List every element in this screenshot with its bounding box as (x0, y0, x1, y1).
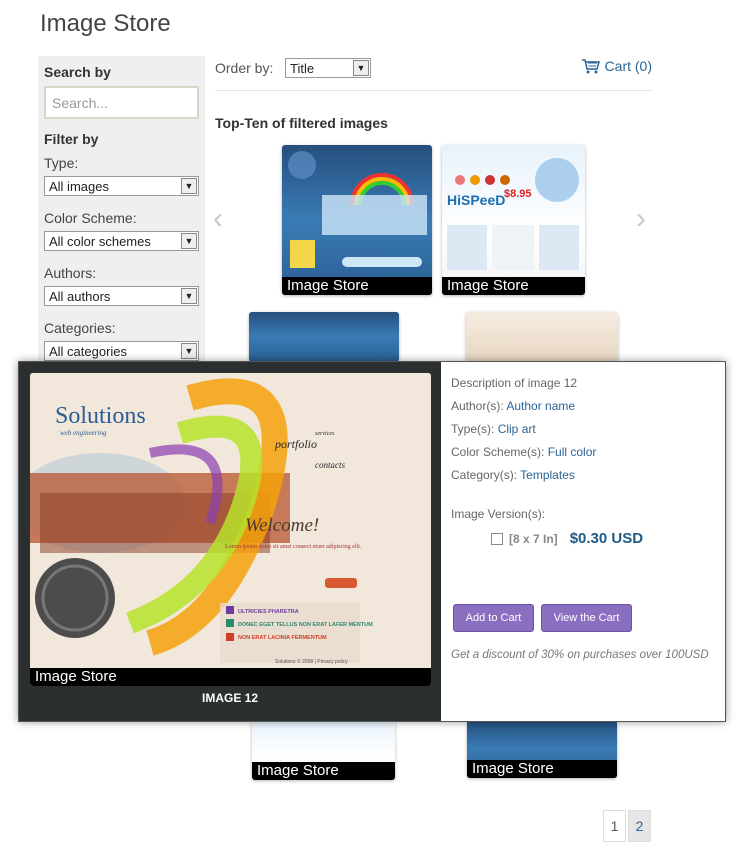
image-name: IMAGE 12 (201, 691, 258, 705)
dropdown-arrow-icon[interactable]: ▼ (181, 343, 197, 359)
image-detail-modal: Solutions web engineering Welcome! portf… (18, 361, 726, 722)
thumbnail-caption: Image Store (282, 277, 432, 295)
image-description: Description of image 12 (451, 376, 578, 390)
filter-heading: Filter by (44, 131, 99, 147)
thumbnail-art: HiSPeeD $8.95 (447, 158, 579, 270)
carousel-next-icon[interactable]: › (636, 202, 646, 236)
author-row: Author(s): Author name (451, 399, 721, 413)
dropdown-arrow-icon[interactable]: ▼ (181, 288, 197, 304)
category-row: Category(s): Templates (451, 468, 721, 482)
categories-filter-label: Categories: (44, 320, 116, 336)
dropdown-arrow-icon[interactable]: ▼ (353, 60, 369, 76)
thumbnail-2[interactable]: HiSPeeD $8.95 Image Store (442, 145, 585, 295)
carousel-prev-icon[interactable]: ‹ (213, 202, 223, 236)
thumbnail-caption: Image Store (467, 760, 617, 778)
type-link[interactable]: Clip art (498, 422, 536, 436)
color-select-value: All color schemes (49, 234, 151, 249)
color-scheme-select[interactable]: All color schemes ▼ (44, 231, 199, 251)
order-by-label: Order by: (215, 60, 274, 76)
large-image: Solutions web engineering Welcome! portf… (30, 373, 431, 686)
cart-icon (581, 59, 600, 74)
discount-note: Get a discount of 30% on purchases over … (451, 649, 709, 661)
color-filter-label: Color Scheme: (44, 210, 137, 226)
version-option: [8 x 7 In] $0.30 USD (491, 530, 721, 547)
author-link[interactable]: Author name (506, 399, 575, 413)
cart-label: Cart (0) (604, 58, 652, 74)
svg-text:HiSPeeD: HiSPeeD (447, 192, 505, 208)
order-by-select[interactable]: Title ▼ (285, 58, 371, 78)
thumbnail-art (288, 151, 427, 268)
image-details: Description of image 12 Author(s): Autho… (451, 376, 721, 661)
version-size: [8 x 7 In] (509, 531, 558, 546)
page-title: Image Store (40, 10, 171, 37)
cart-link[interactable]: Cart (0) (581, 58, 652, 74)
view-cart-button[interactable]: View the Cart (541, 604, 632, 632)
divider (215, 90, 653, 91)
color-link[interactable]: Full color (548, 445, 597, 459)
art-subtitle: web engineering (60, 429, 107, 437)
dropdown-arrow-icon[interactable]: ▼ (181, 178, 197, 194)
thumbnail-3[interactable] (249, 312, 399, 362)
version-price: $0.30 USD (569, 530, 644, 547)
author-label: Author(s): (451, 399, 504, 413)
svg-text:$8.95: $8.95 (504, 188, 532, 200)
thumbnail-5[interactable]: Image Store (252, 720, 395, 780)
type-filter-label: Type: (44, 155, 79, 171)
art-lorem: Lorem ipsum dolor sit amet consect etuer… (225, 544, 362, 550)
filter-sidebar: Search by Filter by Type: All images ▼ C… (38, 56, 205, 361)
categories-select[interactable]: All categories ▼ (44, 341, 199, 361)
search-input[interactable] (44, 86, 199, 119)
art-list-2: DONEC EGET TELLUS NON ERAT LAFER MENTUM (238, 622, 373, 628)
thumbnail-6[interactable]: Image Store (467, 720, 617, 778)
thumbnail-caption: Image Store (442, 277, 585, 295)
color-label: Color Scheme(s): (451, 445, 545, 459)
large-image-art: Solutions web engineering Welcome! portf… (30, 373, 431, 686)
color-row: Color Scheme(s): Full color (451, 445, 721, 459)
page-2-button[interactable]: 2 (628, 810, 651, 842)
version-checkbox[interactable] (491, 532, 503, 545)
add-to-cart-button[interactable]: Add to Cart (453, 604, 534, 632)
type-row: Type(s): Clip art (451, 422, 721, 436)
art-footer: Solutions © 2008 | Privacy policy (275, 658, 348, 665)
version-label: Image Version(s): (451, 507, 546, 521)
large-image-caption: Image Store (30, 668, 431, 686)
section-title: Top-Ten of filtered images (215, 115, 388, 131)
authors-select-value: All authors (49, 289, 111, 304)
art-title: Solutions (55, 403, 146, 429)
art-list-1: ULTRICIES PHARETRA (238, 609, 299, 615)
art-services: services (315, 431, 335, 437)
search-heading: Search by (44, 64, 111, 80)
category-label: Category(s): (451, 468, 518, 482)
art-welcome: Welcome! (245, 515, 319, 536)
order-by-value: Title (290, 61, 315, 76)
authors-select[interactable]: All authors ▼ (44, 286, 199, 306)
type-select-value: All images (49, 179, 109, 194)
type-select[interactable]: All images ▼ (44, 176, 199, 196)
art-list-3: NON ERAT LACINIA FERMENTUM (238, 635, 327, 641)
art-portfolio: portfolio (274, 437, 317, 451)
authors-filter-label: Authors: (44, 265, 97, 281)
thumbnail-1[interactable]: Image Store (282, 145, 432, 295)
category-link[interactable]: Templates (520, 468, 575, 482)
thumbnail-caption: Image Store (252, 762, 395, 780)
modal-image-panel: Solutions web engineering Welcome! portf… (19, 362, 441, 721)
categories-select-value: All categories (49, 344, 128, 359)
page-1-button[interactable]: 1 (603, 810, 626, 842)
art-contacts: contacts (315, 460, 345, 470)
thumbnail-4[interactable] (466, 312, 618, 362)
type-label: Type(s): (451, 422, 495, 436)
pagination: 1 2 (603, 810, 651, 842)
dropdown-arrow-icon[interactable]: ▼ (181, 233, 197, 249)
